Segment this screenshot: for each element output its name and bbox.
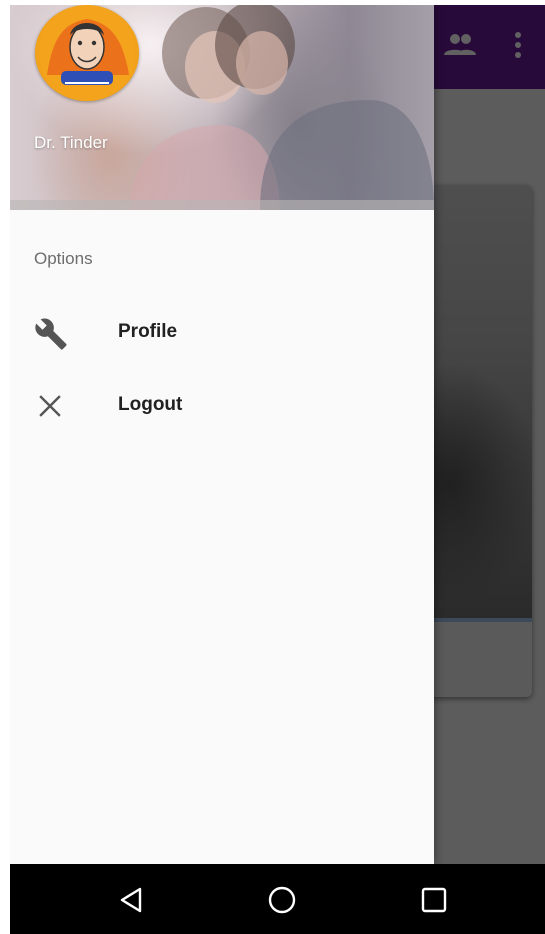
wrench-icon	[34, 317, 67, 350]
home-icon[interactable]	[267, 885, 297, 915]
menu-item-profile[interactable]: Profile	[10, 297, 434, 367]
navigation-drawer: Dr. Tinder Options Profile Logout	[10, 5, 434, 864]
drawer-header: Dr. Tinder	[10, 5, 434, 210]
options-section-label: Options	[34, 249, 93, 268]
menu-item-logout[interactable]: Logout	[10, 370, 434, 440]
menu-item-profile-label: Profile	[118, 321, 178, 342]
avatar[interactable]	[35, 5, 139, 101]
close-icon	[34, 390, 66, 422]
back-icon[interactable]	[116, 885, 146, 915]
screen: Dr. Tinder Options Profile Logout	[10, 5, 545, 934]
system-nav-bar	[10, 864, 545, 934]
user-name: Dr. Tinder	[34, 133, 108, 152]
menu-item-logout-label: Logout	[118, 394, 183, 415]
recents-icon[interactable]	[419, 885, 449, 915]
